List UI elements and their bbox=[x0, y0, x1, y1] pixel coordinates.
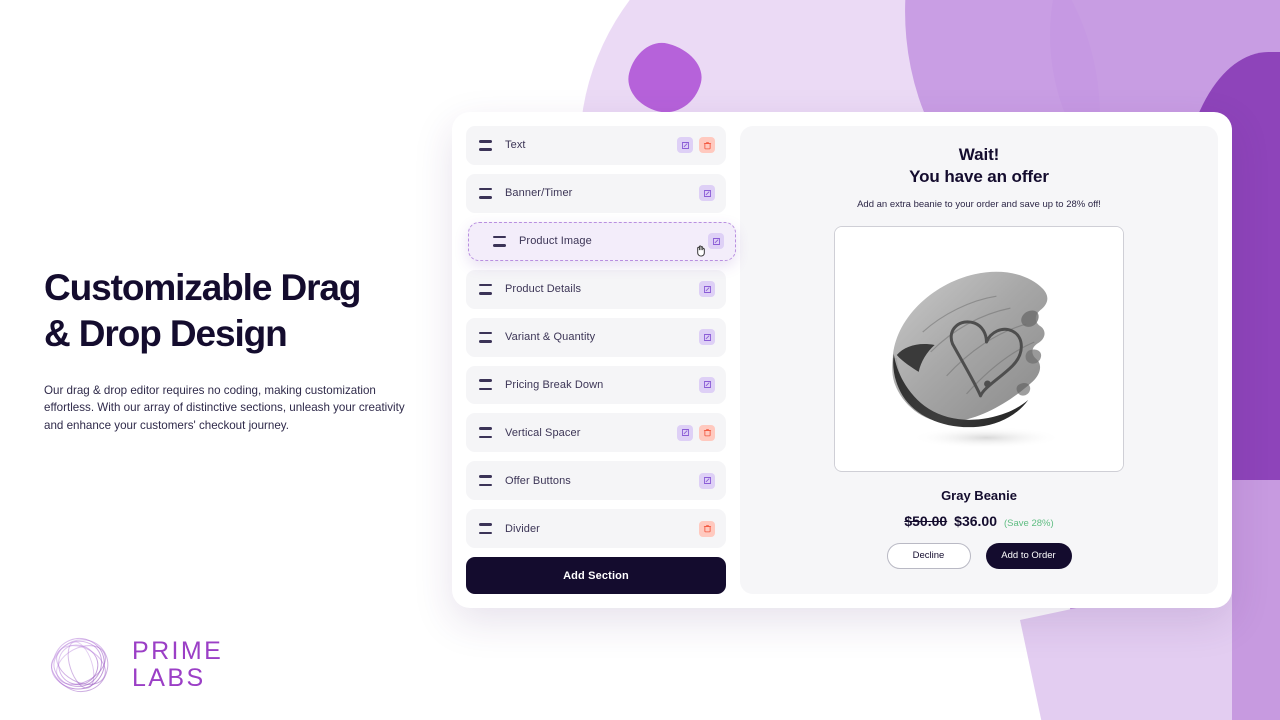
blob-triangle-icon bbox=[621, 36, 709, 120]
offer-title-line-1: Wait! bbox=[958, 145, 1000, 164]
offer-buttons: Decline Add to Order bbox=[886, 542, 1072, 569]
edit-pencil-icon[interactable] bbox=[699, 281, 715, 298]
section-label: Product Details bbox=[505, 283, 582, 296]
band-right-edge-icon bbox=[1232, 480, 1280, 720]
page-title: Customizable Drag & Drop Design bbox=[44, 265, 434, 357]
drag-handle-icon[interactable] bbox=[493, 235, 506, 247]
swirl-logo-icon bbox=[44, 628, 118, 702]
row-actions bbox=[699, 376, 715, 393]
row-actions bbox=[699, 185, 715, 202]
product-image-frame bbox=[834, 225, 1124, 472]
section-label: Banner/Timer bbox=[505, 187, 573, 200]
edit-pencil-icon[interactable] bbox=[677, 424, 693, 441]
headline-line-2: & Drop Design bbox=[44, 312, 288, 354]
offer-title: Wait! You have an offer bbox=[909, 144, 1049, 189]
add-to-order-button[interactable]: Add to Order bbox=[985, 542, 1072, 569]
current-price: $36.00 bbox=[954, 512, 997, 529]
section-label: Offer Buttons bbox=[505, 474, 571, 487]
drag-handle-icon[interactable] bbox=[479, 331, 492, 343]
section-row-divider[interactable]: Divider bbox=[466, 509, 726, 549]
marketing-copy: Customizable Drag & Drop Design Our drag… bbox=[44, 265, 434, 435]
section-row-variant-quantity[interactable]: Variant & Quantity bbox=[466, 317, 726, 357]
section-row-pricing-break-down[interactable]: Pricing Break Down bbox=[466, 365, 726, 405]
price-line: $50.00 $36.00 (Save 28%) bbox=[904, 513, 1053, 529]
logo-line-2: LABS bbox=[132, 664, 206, 692]
drag-handle-icon[interactable] bbox=[479, 523, 492, 535]
offer-preview-panel: Wait! You have an offer Add an extra bea… bbox=[740, 126, 1218, 594]
drag-handle-icon[interactable] bbox=[479, 475, 492, 487]
section-row-vertical-spacer[interactable]: Vertical Spacer bbox=[466, 413, 726, 453]
trash-icon[interactable] bbox=[699, 424, 715, 441]
trash-icon[interactable] bbox=[699, 137, 715, 154]
row-actions bbox=[677, 137, 715, 154]
page-root: Customizable Drag & Drop Design Our drag… bbox=[0, 0, 1280, 720]
logo-wordmark: PRIME LABS bbox=[132, 638, 223, 692]
row-actions bbox=[677, 424, 715, 441]
headline-line-1: Customizable Drag bbox=[44, 267, 362, 308]
edit-pencil-icon[interactable] bbox=[708, 233, 724, 250]
savings-badge: (Save 28%) bbox=[1004, 517, 1054, 529]
edit-pencil-icon[interactable] bbox=[699, 329, 715, 346]
offer-title-line-2: You have an offer bbox=[909, 167, 1049, 187]
section-label: Text bbox=[505, 139, 526, 152]
logo-line-1: PRIME bbox=[132, 637, 224, 665]
row-actions bbox=[699, 520, 715, 537]
product-name: Gray Beanie bbox=[941, 487, 1017, 503]
drag-handle-icon[interactable] bbox=[479, 139, 492, 151]
marketing-description: Our drag & drop editor requires no codin… bbox=[44, 383, 405, 432]
section-row-product-image[interactable]: Product Image bbox=[468, 221, 736, 261]
add-section-button[interactable]: Add Section bbox=[466, 557, 726, 594]
grab-cursor-icon bbox=[694, 244, 707, 257]
app-window: Text Banner/Timer Product Image Product … bbox=[452, 112, 1232, 608]
edit-pencil-icon[interactable] bbox=[699, 472, 715, 489]
section-label: Product Image bbox=[519, 235, 592, 248]
row-actions bbox=[699, 281, 715, 298]
row-actions bbox=[699, 329, 715, 346]
drag-handle-icon[interactable] bbox=[479, 283, 492, 295]
edit-pencil-icon[interactable] bbox=[677, 137, 693, 154]
section-label: Vertical Spacer bbox=[505, 426, 581, 439]
section-row-banner-timer[interactable]: Banner/Timer bbox=[466, 173, 726, 213]
row-actions bbox=[708, 233, 724, 250]
gray-beanie-photo bbox=[835, 226, 1123, 471]
decline-button[interactable]: Decline bbox=[886, 542, 971, 569]
section-row-text[interactable]: Text bbox=[466, 126, 726, 165]
offer-subtitle: Add an extra beanie to your order and sa… bbox=[857, 198, 1101, 210]
section-label: Pricing Break Down bbox=[505, 378, 604, 391]
edit-pencil-icon[interactable] bbox=[699, 376, 715, 393]
drag-handle-icon[interactable] bbox=[479, 427, 492, 439]
brand-logo: PRIME LABS bbox=[44, 628, 223, 702]
section-row-offer-buttons[interactable]: Offer Buttons bbox=[466, 461, 726, 501]
drag-handle-icon[interactable] bbox=[479, 187, 492, 199]
original-price: $50.00 bbox=[904, 512, 948, 529]
trash-icon[interactable] bbox=[699, 520, 715, 537]
row-actions bbox=[699, 472, 715, 489]
edit-pencil-icon[interactable] bbox=[699, 185, 715, 202]
section-row-product-details[interactable]: Product Details bbox=[466, 269, 726, 309]
drag-handle-icon[interactable] bbox=[479, 379, 492, 391]
section-label: Variant & Quantity bbox=[505, 331, 596, 344]
section-label: Divider bbox=[505, 522, 540, 535]
section-list: Text Banner/Timer Product Image Product … bbox=[466, 126, 736, 594]
